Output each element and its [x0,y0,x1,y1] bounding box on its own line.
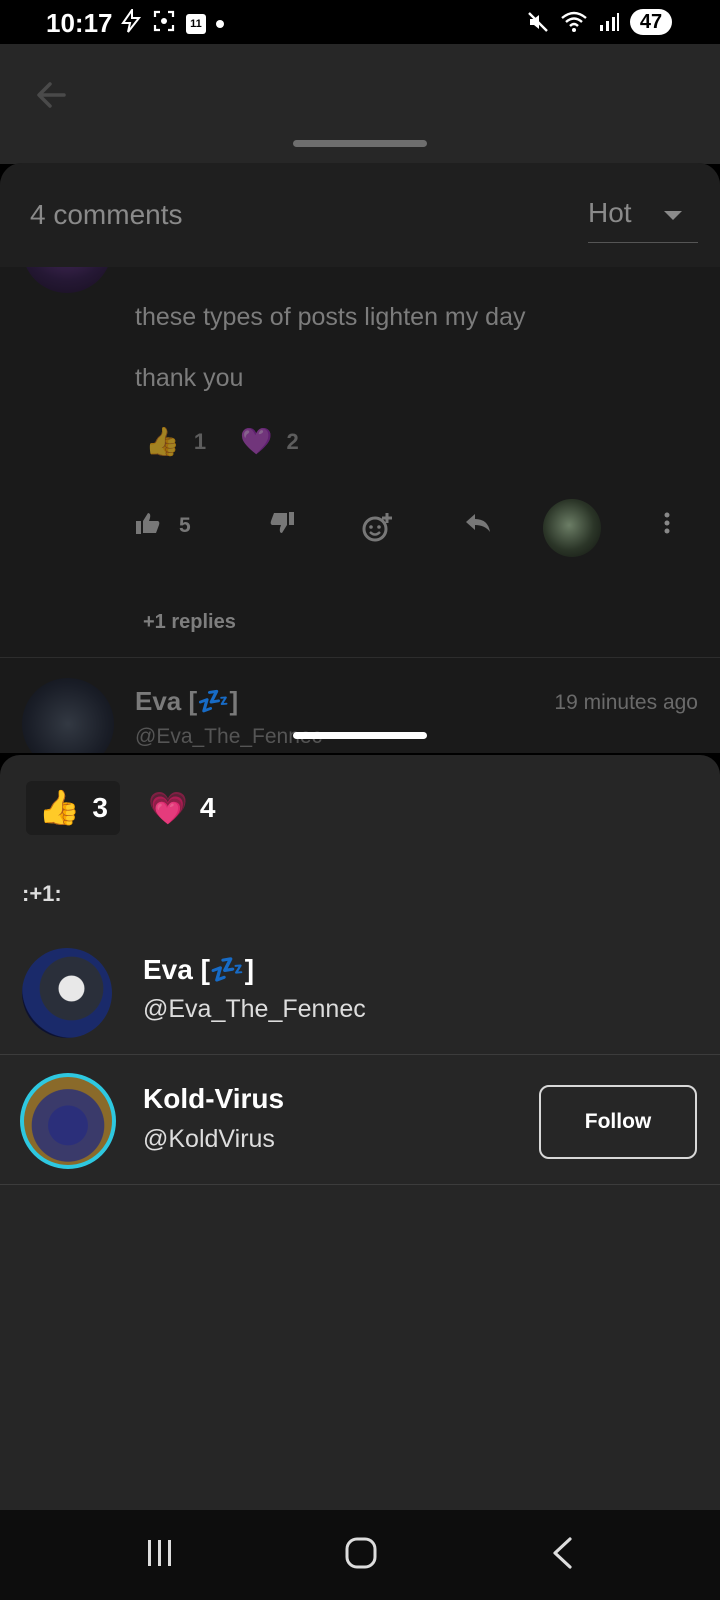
screenshot-icon [152,9,176,38]
comments-sheet: 4 comments Hot these types of posts ligh… [0,163,720,753]
follow-button[interactable]: Follow [539,1085,697,1159]
user-row[interactable]: Kold-Virus @KoldVirus Follow [0,1055,720,1185]
reaction-count: 1 [193,428,207,454]
sort-dropdown[interactable]: Hot [588,193,698,243]
comment-text-line: thank you [135,364,244,392]
navigation-bar [0,1510,720,1600]
comment-actions: 5 [135,499,695,557]
reaction-tab-count: 3 [92,792,108,823]
thumbs-up-emoji-icon: 👍 [145,426,180,457]
signal-icon [598,11,620,38]
comment-reactions: 👍 1 💜 2 [145,425,299,458]
status-left-icons: 11 [120,6,224,38]
notification-dot-icon [216,19,224,28]
home-icon [345,1537,377,1574]
home-button[interactable] [331,1530,391,1580]
heart-emoji-icon: 💗 [148,790,188,826]
status-right-icons [526,10,620,39]
wifi-icon [560,10,588,39]
status-bar: 10:17 11 47 [0,0,720,44]
calendar-icon: 11 [186,13,206,34]
comment-timestamp: 19 minutes ago [554,691,698,714]
replies-link[interactable]: +1 replies [143,611,236,634]
reply-button[interactable] [463,511,493,541]
comments-sheet-handle[interactable] [293,140,427,147]
reactor-avatar[interactable] [543,499,601,557]
more-icon [663,511,671,541]
thumbs-up-icon [135,511,161,541]
more-options-button[interactable] [663,511,671,541]
reactions-sheet: 👍 3 💗 4 :+1: Eva [💤] @Eva_The_Fennec Kol… [0,755,720,1510]
add-reaction-button[interactable] [361,511,393,549]
divider [0,657,720,658]
reaction-tab-count: 4 [199,792,216,823]
reaction-thumbs-up[interactable]: 👍 1 [145,425,206,458]
chevron-down-icon [664,211,682,220]
user-name[interactable]: Kold-Virus [143,1083,284,1115]
status-time: 10:17 [46,8,113,38]
mute-icon [526,10,550,39]
upvote-button[interactable]: 5 [135,511,191,541]
battery-indicator: 47 [630,9,672,35]
user-handle: @Eva_The_Fennec [143,995,366,1023]
user-name[interactable]: Eva [💤] [143,953,254,986]
reply-icon [463,511,493,541]
avatar[interactable] [22,948,112,1038]
back-arrow-icon[interactable] [34,80,68,115]
sort-value: Hot [588,197,632,228]
comments-header: 4 comments Hot [0,163,720,267]
commenter-avatar[interactable] [22,678,114,753]
reaction-tab-heart[interactable]: 💗 4 [136,781,227,835]
heart-emoji-icon: 💜 [240,426,273,456]
reaction-tab-thumbs-up[interactable]: 👍 3 [26,781,120,835]
user-row[interactable]: Eva [💤] @Eva_The_Fennec [0,925,720,1055]
user-handle: @KoldVirus [143,1125,275,1153]
downvote-button[interactable] [269,511,295,541]
thumbs-down-icon [269,511,295,541]
comment-text-line: these types of posts lighten my day [135,303,526,331]
upvote-count: 5 [179,514,191,537]
back-button[interactable] [532,1530,592,1580]
add-reaction-icon [361,511,393,549]
reactions-sheet-handle[interactable] [293,732,427,739]
reaction-section-title: :+1: [22,881,62,906]
reaction-heart[interactable]: 💜 2 [240,426,299,457]
reaction-count: 2 [286,428,299,454]
recents-icon [145,1539,175,1572]
avatar[interactable] [20,1073,116,1169]
commenter-name[interactable]: Eva [💤] [135,686,238,717]
recents-button[interactable] [130,1530,190,1580]
thumbs-up-emoji-icon: 👍 [38,789,81,827]
bolt-icon [120,6,142,38]
back-icon [550,1536,574,1575]
comments-count: 4 comments [30,199,183,230]
